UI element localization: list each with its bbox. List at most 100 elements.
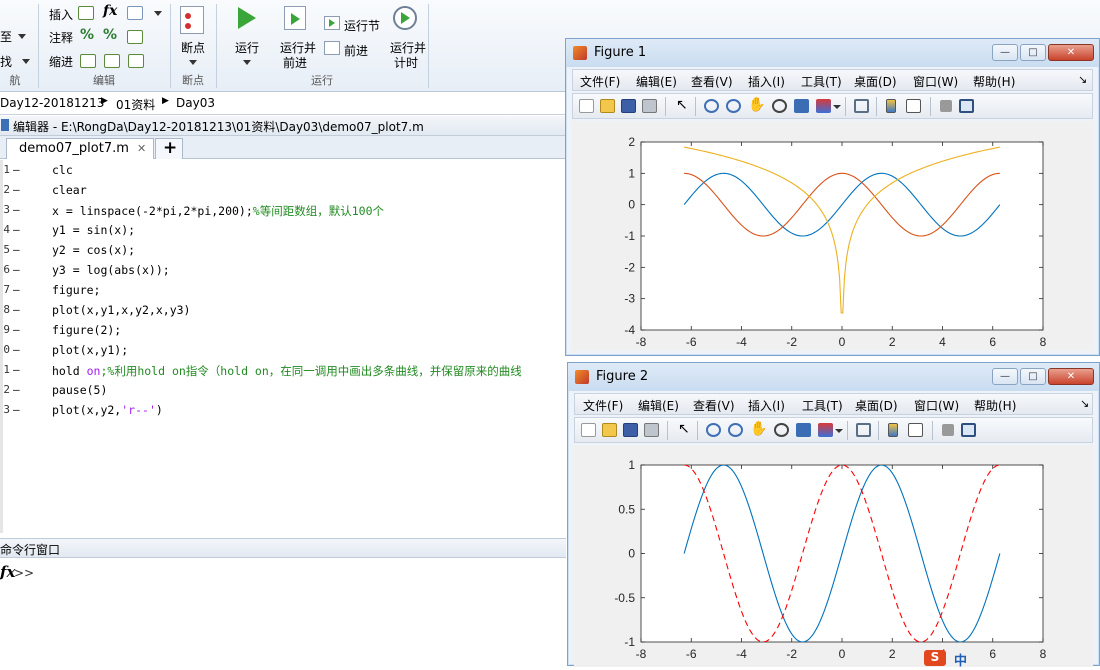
maximize-button[interactable]: □ (1020, 368, 1046, 385)
figure-menu-item[interactable]: 文件(F) (583, 397, 623, 414)
code-line[interactable]: figure(2); (52, 323, 121, 337)
indent-button[interactable]: 缩进 (49, 53, 73, 70)
legend-icon[interactable] (906, 99, 921, 113)
line-marker[interactable]: – (13, 223, 20, 236)
save-icon[interactable] (621, 99, 636, 113)
code-line[interactable]: plot(x,y1,x,y2,x,y3) (52, 303, 190, 317)
new-figure-icon[interactable] (579, 99, 594, 113)
figure-menu-item[interactable]: 窗口(W) (914, 397, 959, 414)
chevron-down-icon[interactable] (835, 429, 843, 433)
code-line[interactable]: y2 = cos(x); (52, 243, 135, 257)
figure-menu-item[interactable]: 桌面(D) (855, 397, 898, 414)
minimize-button[interactable]: — (992, 368, 1018, 385)
line-marker[interactable]: – (13, 163, 20, 176)
pointer-icon[interactable]: ↖ (678, 421, 690, 437)
run-icon[interactable] (238, 7, 256, 29)
figure-menu-item[interactable]: 工具(T) (801, 73, 842, 90)
advance-button[interactable]: 前进 (344, 42, 368, 59)
uncomment-percent-icon[interactable]: % (103, 27, 117, 43)
show-plot-tools-icon[interactable] (961, 423, 976, 437)
run-section-icon[interactable] (324, 16, 340, 30)
figure-2-title-bar[interactable]: Figure 2 — □ ✕ (568, 363, 1099, 391)
figure-menu-item[interactable]: 插入(I) (748, 397, 785, 414)
breakpoint-button[interactable]: 断点 (181, 39, 205, 56)
close-button[interactable]: ✕ (1048, 44, 1094, 61)
brush-icon[interactable] (818, 423, 833, 437)
figure-menu-item[interactable]: 编辑(E) (638, 397, 679, 414)
figure-menu-item[interactable]: 编辑(E) (636, 73, 677, 90)
link-plot-icon[interactable] (854, 99, 869, 113)
colorbar-icon[interactable] (888, 423, 898, 437)
pan-hand-icon[interactable]: ✋ (750, 421, 767, 437)
figure-menu-item[interactable]: 帮助(H) (973, 73, 1015, 90)
ribbon-find-partial[interactable]: 找 (0, 53, 12, 70)
close-button[interactable]: ✕ (1048, 368, 1094, 385)
line-marker[interactable]: – (13, 363, 20, 376)
comment-percent-icon[interactable]: % (80, 27, 94, 43)
brush-icon[interactable] (816, 99, 831, 113)
breadcrumb-item[interactable]: 01资料 (116, 96, 155, 113)
line-marker[interactable]: – (13, 183, 20, 196)
chevron-right-icon[interactable]: ▶ (101, 96, 108, 106)
decrease-indent-icon[interactable] (104, 54, 120, 68)
code-editor[interactable]: 1– clc 2– clear 3– x = linspace(-2*pi,2*pi,20… (0, 160, 566, 533)
rotate-3d-icon[interactable] (772, 99, 787, 113)
figure-menu-item[interactable]: 查看(V) (691, 73, 733, 90)
chevron-down-icon[interactable] (833, 105, 841, 109)
maximize-button[interactable]: □ (1020, 44, 1046, 61)
print-icon[interactable] (642, 99, 657, 113)
minimize-button[interactable]: — (992, 44, 1018, 61)
increase-indent-icon[interactable] (128, 54, 144, 68)
run-section-button[interactable]: 运行节 (344, 17, 380, 34)
smart-indent-icon[interactable] (80, 54, 96, 68)
run-and-advance-button-line2[interactable]: 前进 (283, 54, 307, 71)
chevron-right-icon[interactable]: ▶ (162, 96, 169, 106)
line-marker[interactable]: – (13, 343, 20, 356)
zoom-out-icon[interactable] (728, 423, 743, 437)
figure-menu-item[interactable]: 桌面(D) (854, 73, 897, 90)
figure-1-title-bar[interactable]: Figure 1 — □ ✕ (566, 39, 1099, 67)
hide-plot-tools-icon[interactable] (942, 424, 954, 436)
figure-menu-item[interactable]: 插入(I) (748, 73, 785, 90)
close-icon[interactable]: ✕ (137, 142, 146, 155)
code-line[interactable]: clc (52, 163, 73, 177)
code-line[interactable]: clear (52, 183, 87, 197)
breakpoint-icon[interactable] (180, 6, 204, 34)
code-line[interactable]: hold on;%利用hold on指令（hold on，在同一调用中画出多条曲… (52, 363, 522, 379)
line-marker[interactable]: – (13, 263, 20, 276)
menu-expand-icon[interactable]: ↘ (1080, 397, 1089, 410)
figure-menu-item[interactable]: 查看(V) (693, 397, 735, 414)
comment-button[interactable]: 注释 (49, 29, 73, 46)
code-line[interactable]: y1 = sin(x); (52, 223, 135, 237)
data-cursor-icon[interactable] (794, 99, 809, 113)
zoom-in-icon[interactable] (704, 99, 719, 113)
chevron-down-icon[interactable] (18, 34, 26, 39)
figure-menu-item[interactable]: 工具(T) (802, 397, 843, 414)
run-and-advance-icon[interactable] (284, 6, 306, 30)
figure-menu-item[interactable]: 帮助(H) (974, 397, 1016, 414)
figure-menu-item[interactable]: 文件(F) (580, 73, 620, 90)
line-marker[interactable]: – (13, 383, 20, 396)
figure-2-window[interactable]: Figure 2 — □ ✕ 文件(F) 编辑(E) 查看(V) 插入(I) 工具(T)… (567, 362, 1100, 667)
insert-section-icon[interactable] (78, 6, 94, 20)
chevron-down-icon[interactable] (243, 60, 251, 65)
legend-icon[interactable] (908, 423, 923, 437)
rotate-3d-icon[interactable] (774, 423, 789, 437)
function-browser-icon[interactable] (127, 6, 143, 20)
figure-menu-item[interactable]: 窗口(W) (913, 73, 958, 90)
line-marker[interactable]: – (13, 283, 20, 296)
ime-mode-indicator[interactable]: 中 (954, 650, 967, 669)
line-marker[interactable]: – (13, 203, 20, 216)
advance-icon[interactable] (324, 41, 340, 55)
run-and-time-icon[interactable] (393, 6, 417, 30)
pointer-icon[interactable]: ↖ (676, 97, 688, 113)
line-marker[interactable]: – (13, 243, 20, 256)
fx-insert-function-icon[interactable]: fx (103, 3, 117, 19)
menu-expand-icon[interactable]: ↘ (1078, 73, 1087, 86)
show-plot-tools-icon[interactable] (959, 99, 974, 113)
chevron-down-icon[interactable] (22, 59, 30, 64)
new-figure-icon[interactable] (581, 423, 596, 437)
figure-1-window[interactable]: Figure 1 — □ ✕ 文件(F) 编辑(E) 查看(V) 插入(I) 工具(T)… (565, 38, 1100, 356)
line-marker[interactable]: – (13, 303, 20, 316)
save-icon[interactable] (623, 423, 638, 437)
